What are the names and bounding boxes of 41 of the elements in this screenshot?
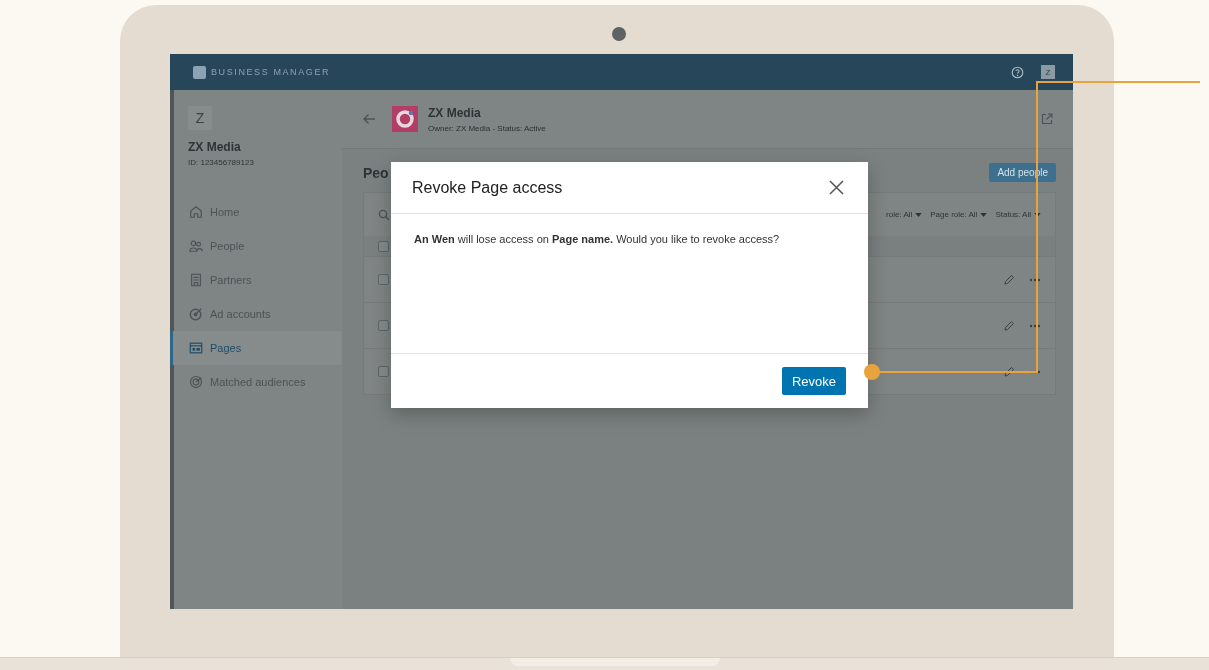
caret-icon[interactable] [980, 212, 988, 217]
filter-dropdown[interactable]: Page role: All [930, 210, 978, 219]
edit-pencil-icon[interactable] [1003, 365, 1015, 378]
building-icon [189, 273, 203, 287]
user-avatar[interactable]: Z [1041, 65, 1055, 79]
page-meta: Owner: ZX Media - Status: Active [428, 123, 546, 133]
filter-dropdown[interactable]: role: All [886, 210, 913, 219]
more-options-icon[interactable] [1029, 323, 1041, 328]
edit-pencil-icon[interactable] [1003, 319, 1015, 332]
page-icon [189, 341, 203, 355]
page-logo-icon [392, 106, 418, 132]
row-checkbox[interactable] [378, 366, 389, 377]
back-arrow-icon[interactable] [362, 113, 376, 125]
search-icon[interactable] [378, 208, 390, 221]
page-title: ZX Media [428, 105, 482, 120]
row-checkbox[interactable] [378, 274, 389, 285]
dialog-title: Revoke Page access [412, 178, 564, 197]
audience-icon [189, 375, 203, 389]
edit-pencil-icon[interactable] [1003, 273, 1015, 286]
help-icon[interactable] [1011, 65, 1024, 79]
filter-dropdown[interactable]: Status: All [995, 210, 1031, 219]
brand-name: BUSINESS MANAGER [211, 67, 331, 77]
camera-dot [612, 27, 626, 41]
section-title: Peo [363, 164, 389, 181]
external-link-icon[interactable] [1041, 113, 1053, 125]
more-options-icon[interactable] [1029, 277, 1041, 282]
target-icon [189, 307, 203, 321]
logo-icon [193, 65, 206, 79]
home-icon [189, 205, 203, 219]
account-name: ZX Media [188, 140, 242, 154]
sidebar-item[interactable]: Pages [170, 331, 342, 365]
revoke-button[interactable]: Revoke [781, 367, 846, 395]
caret-icon[interactable] [915, 212, 923, 217]
row-checkbox[interactable] [378, 320, 389, 331]
select-all-checkbox[interactable] [378, 240, 389, 252]
account-avatar: Z [188, 106, 212, 130]
close-icon[interactable] [829, 180, 844, 195]
dialog-message: An Wen will lose access on Page name. Would you like to revoke access? [414, 233, 780, 245]
caret-icon[interactable] [1034, 212, 1041, 217]
account-id: ID: 123456789123 [188, 158, 255, 167]
people-icon [189, 239, 203, 253]
